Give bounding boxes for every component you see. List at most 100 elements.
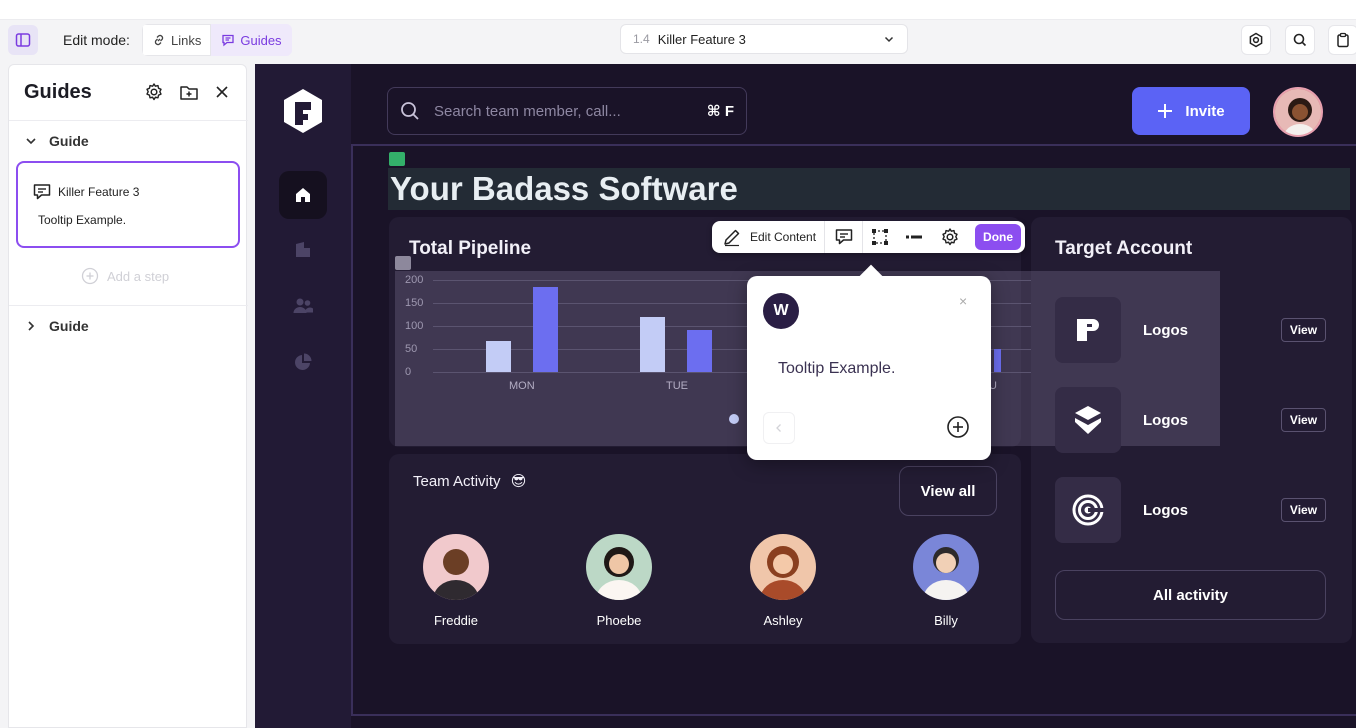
close-sidebar-button[interactable]	[211, 81, 233, 103]
team-member[interactable]: Freddie	[406, 534, 506, 628]
building-icon	[296, 242, 310, 257]
account-view-button[interactable]: View	[1281, 408, 1326, 432]
avatar-photo	[1275, 89, 1321, 135]
account-logo-3	[1055, 477, 1121, 543]
mode-guides-label: Guides	[240, 32, 282, 48]
top-strip	[0, 0, 1356, 20]
team-member[interactable]: Phoebe	[569, 534, 669, 628]
view-all-button[interactable]: View all	[899, 466, 997, 516]
mode-links-button[interactable]: Links	[142, 24, 212, 56]
p-logo-icon	[1077, 319, 1099, 341]
step-settings-button[interactable]	[931, 221, 969, 253]
team-activity-label: Team Activity	[413, 473, 501, 490]
search-button[interactable]	[1285, 25, 1315, 55]
sidebar-toggle-button[interactable]	[8, 25, 38, 55]
y-tick-label: 0	[405, 366, 412, 378]
account-name: Logos	[1143, 502, 1188, 519]
target-account-title: Target Account	[1055, 238, 1193, 259]
pipeline-title: Total Pipeline	[409, 238, 532, 259]
avatar	[750, 534, 816, 600]
guides-sidebar: Guides Guide Killer Feature 3 Tooltip Ex…	[8, 64, 248, 728]
y-tick-label: 200	[405, 274, 424, 286]
team-search-input[interactable]: Search team member, call... ⌘ F	[387, 87, 747, 135]
app-preview: Search team member, call... ⌘ F Invite Y…	[255, 64, 1356, 728]
nav-home[interactable]	[279, 171, 327, 219]
invite-button[interactable]: Invite	[1132, 87, 1250, 135]
chart-bar-tue-1	[640, 316, 665, 372]
search-shortcut: ⌘ F	[706, 103, 734, 120]
add-step-button[interactable]: Add a step	[81, 267, 169, 285]
step-number: 1.4	[633, 32, 650, 46]
chart-bar-mon-1	[486, 340, 511, 372]
invite-label: Invite	[1185, 102, 1225, 120]
settings-button[interactable]	[143, 81, 165, 103]
gear-icon	[942, 228, 958, 246]
edit-mode-label: Edit mode:	[63, 32, 130, 48]
carousel-dot[interactable]	[729, 414, 739, 424]
element-tag-icon	[389, 152, 405, 166]
search-icon	[1293, 33, 1307, 47]
edit-content-label: Edit Content	[750, 230, 817, 244]
link-icon	[154, 34, 164, 46]
chevron-down-icon	[884, 36, 894, 43]
nav-buildings[interactable]	[279, 226, 327, 274]
selection-outline	[351, 144, 353, 716]
capture-button[interactable]	[1241, 25, 1271, 55]
position-button[interactable]	[897, 221, 931, 253]
element-edit-toolbar: Edit Content Done	[712, 221, 1025, 253]
mode-guides-button[interactable]: Guides	[211, 24, 292, 56]
x-tick-label: MON	[509, 380, 535, 392]
tooltip-close-button[interactable]: ×	[959, 293, 967, 309]
guide-group-1-header[interactable]: Guide	[25, 131, 89, 151]
gear-icon	[146, 83, 162, 101]
step-card-title: Killer Feature 3	[58, 185, 140, 199]
done-button[interactable]: Done	[975, 224, 1022, 250]
add-folder-button[interactable]	[178, 81, 200, 103]
team-member[interactable]: Ashley	[733, 534, 833, 628]
content-divider	[351, 714, 1356, 716]
guide-group-2-label: Guide	[49, 318, 89, 334]
clipboard-button[interactable]	[1328, 25, 1356, 55]
pencil-icon	[724, 229, 740, 247]
tooltip-add-button[interactable]	[946, 415, 970, 444]
tooltip-prev-button[interactable]	[763, 412, 795, 444]
member-name: Phoebe	[596, 613, 642, 628]
step-select-title: Killer Feature 3	[657, 31, 746, 47]
guide-group-2-header[interactable]: Guide	[25, 316, 89, 336]
nav-rail	[255, 64, 351, 728]
edit-mode-toggle: Links Guides	[142, 24, 292, 56]
edit-content-button[interactable]: Edit Content	[722, 221, 826, 253]
member-name: Billy	[934, 613, 958, 628]
tooltip-type-button[interactable]	[825, 221, 864, 253]
step-card-description: Tooltip Example.	[38, 213, 127, 227]
tooltip-icon	[835, 229, 852, 245]
search-placeholder: Search team member, call...	[434, 102, 621, 120]
guide-step-card[interactable]: Killer Feature 3 Tooltip Example.	[16, 161, 240, 248]
select-element-button[interactable]	[863, 221, 897, 253]
nav-reports[interactable]	[279, 338, 327, 386]
sidebar-title: Guides	[24, 81, 92, 103]
editor-topbar: Edit mode: Links Guides 1.4 Killer Featu…	[0, 20, 1356, 64]
y-tick-label: 150	[405, 297, 424, 309]
layers-logo-icon	[1075, 406, 1101, 434]
member-name: Freddie	[433, 613, 479, 628]
chart-tag-icon	[395, 256, 411, 270]
all-activity-button[interactable]: All activity	[1055, 570, 1326, 620]
account-name: Logos	[1143, 322, 1188, 339]
plus-circle-icon	[81, 267, 99, 285]
step-select-dropdown[interactable]: 1.4 Killer Feature 3	[620, 24, 908, 54]
account-view-button[interactable]: View	[1281, 498, 1326, 522]
account-view-button[interactable]: View	[1281, 318, 1326, 342]
nav-team[interactable]	[279, 282, 327, 330]
sidebar-panel-icon	[15, 33, 31, 47]
team-member[interactable]: Billy	[896, 534, 996, 628]
chevron-down-icon	[26, 138, 36, 145]
plus-icon	[1158, 104, 1173, 118]
user-avatar[interactable]	[1273, 87, 1323, 137]
selection-icon	[872, 229, 889, 245]
divider	[9, 305, 248, 306]
chart-bar-tue-2	[687, 329, 712, 372]
member-name: Ashley	[763, 613, 803, 628]
guide-group-1-label: Guide	[49, 133, 89, 149]
guides-icon	[222, 34, 235, 47]
